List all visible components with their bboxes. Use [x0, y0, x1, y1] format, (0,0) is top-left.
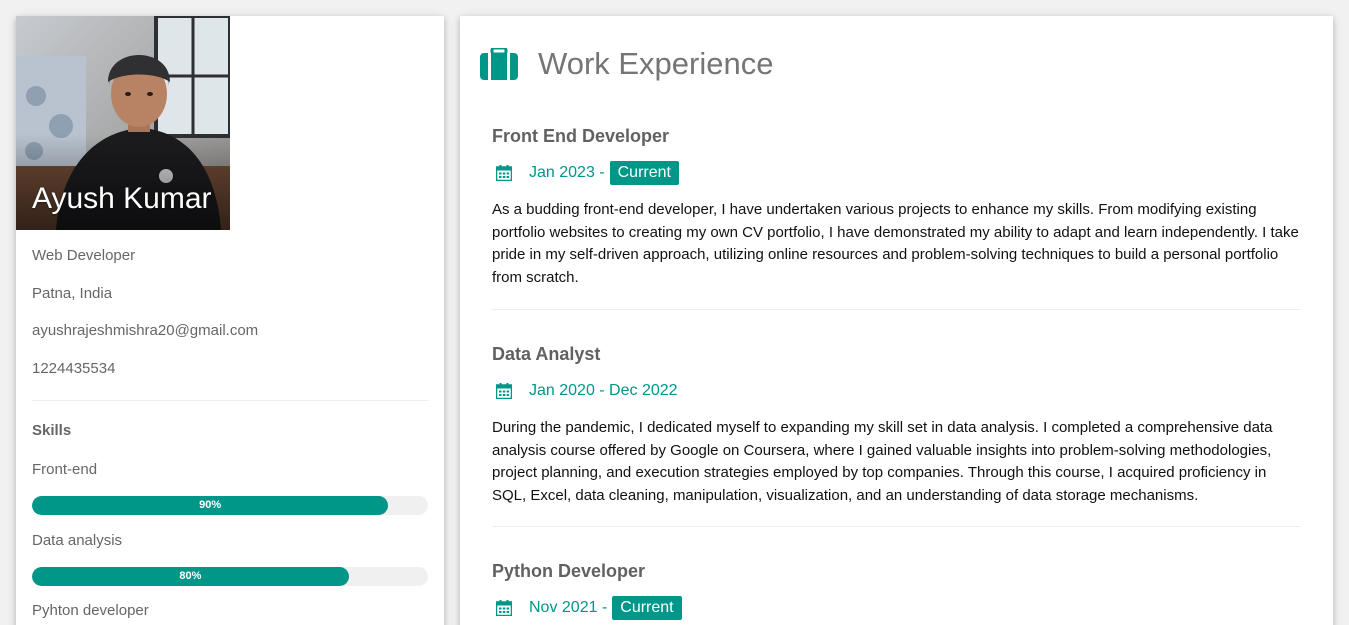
calendar-icon	[496, 600, 512, 616]
job-date: Jan 2020 - Dec 2022	[529, 382, 678, 399]
job-date: Jan 2023 -	[529, 164, 605, 181]
skill-label-frontend: Front-end	[32, 461, 98, 478]
experience-header: Work Experience	[480, 44, 773, 84]
skill-label-data-analysis: Data analysis	[32, 532, 123, 549]
job-date: Nov 2021 -	[529, 599, 608, 616]
job-date-row: Jan 2020 - Dec 2022	[492, 379, 1301, 403]
current-badge: Current	[612, 596, 682, 620]
profile-email: ayushrajeshmishra20@gmail.com	[32, 322, 259, 339]
job-divider	[492, 526, 1301, 527]
briefcase-icon	[480, 48, 518, 80]
profile-photo: Ayush Kumar	[16, 16, 230, 230]
experience-title: Work Experience	[538, 46, 774, 81]
profile-location: Patna, India	[32, 285, 113, 302]
job-entry: Front End Developer Jan 2023 - Current A…	[492, 126, 1301, 289]
job-title: Python Developer	[492, 561, 646, 581]
experience-card: Work Experience Front End Developer Jan …	[460, 16, 1333, 625]
cv-page: Ayush Kumar Web Developer Patna, India a…	[0, 0, 1349, 625]
calendar-icon	[496, 383, 512, 399]
calendar-icon	[496, 165, 512, 181]
job-date-row: Jan 2023 - Current	[492, 161, 1301, 185]
profile-name: Ayush Kumar	[32, 182, 212, 215]
profile-role: Web Developer	[32, 247, 136, 264]
job-description: As a budding front-end developer, I have…	[492, 201, 1299, 286]
job-description: During the pandemic, I dedicated myself …	[492, 419, 1273, 504]
skill-label-python: Pyhton developer	[32, 602, 149, 619]
skill-bar-data-analysis: 80%	[32, 567, 428, 586]
profile-card: Ayush Kumar Web Developer Patna, India a…	[16, 16, 444, 625]
job-title: Front End Developer	[492, 126, 670, 146]
current-badge: Current	[609, 161, 679, 185]
job-date-row: Nov 2021 - Current	[492, 596, 1301, 620]
skill-bar-frontend: 90%	[32, 496, 428, 515]
skill-bar-fill-frontend: 90%	[32, 496, 389, 515]
skill-bar-fill-data-analysis: 80%	[32, 567, 349, 586]
skills-title: Skills	[32, 422, 72, 439]
profile-divider	[32, 400, 428, 401]
job-divider	[492, 309, 1301, 310]
job-title: Data Analyst	[492, 344, 601, 364]
profile-phone: 1224435534	[32, 360, 116, 377]
job-entry: Data Analyst Jan 2020 - Dec 2022 During …	[492, 344, 1301, 507]
job-entry: Python Developer Nov 2021 - Current	[492, 561, 1301, 620]
